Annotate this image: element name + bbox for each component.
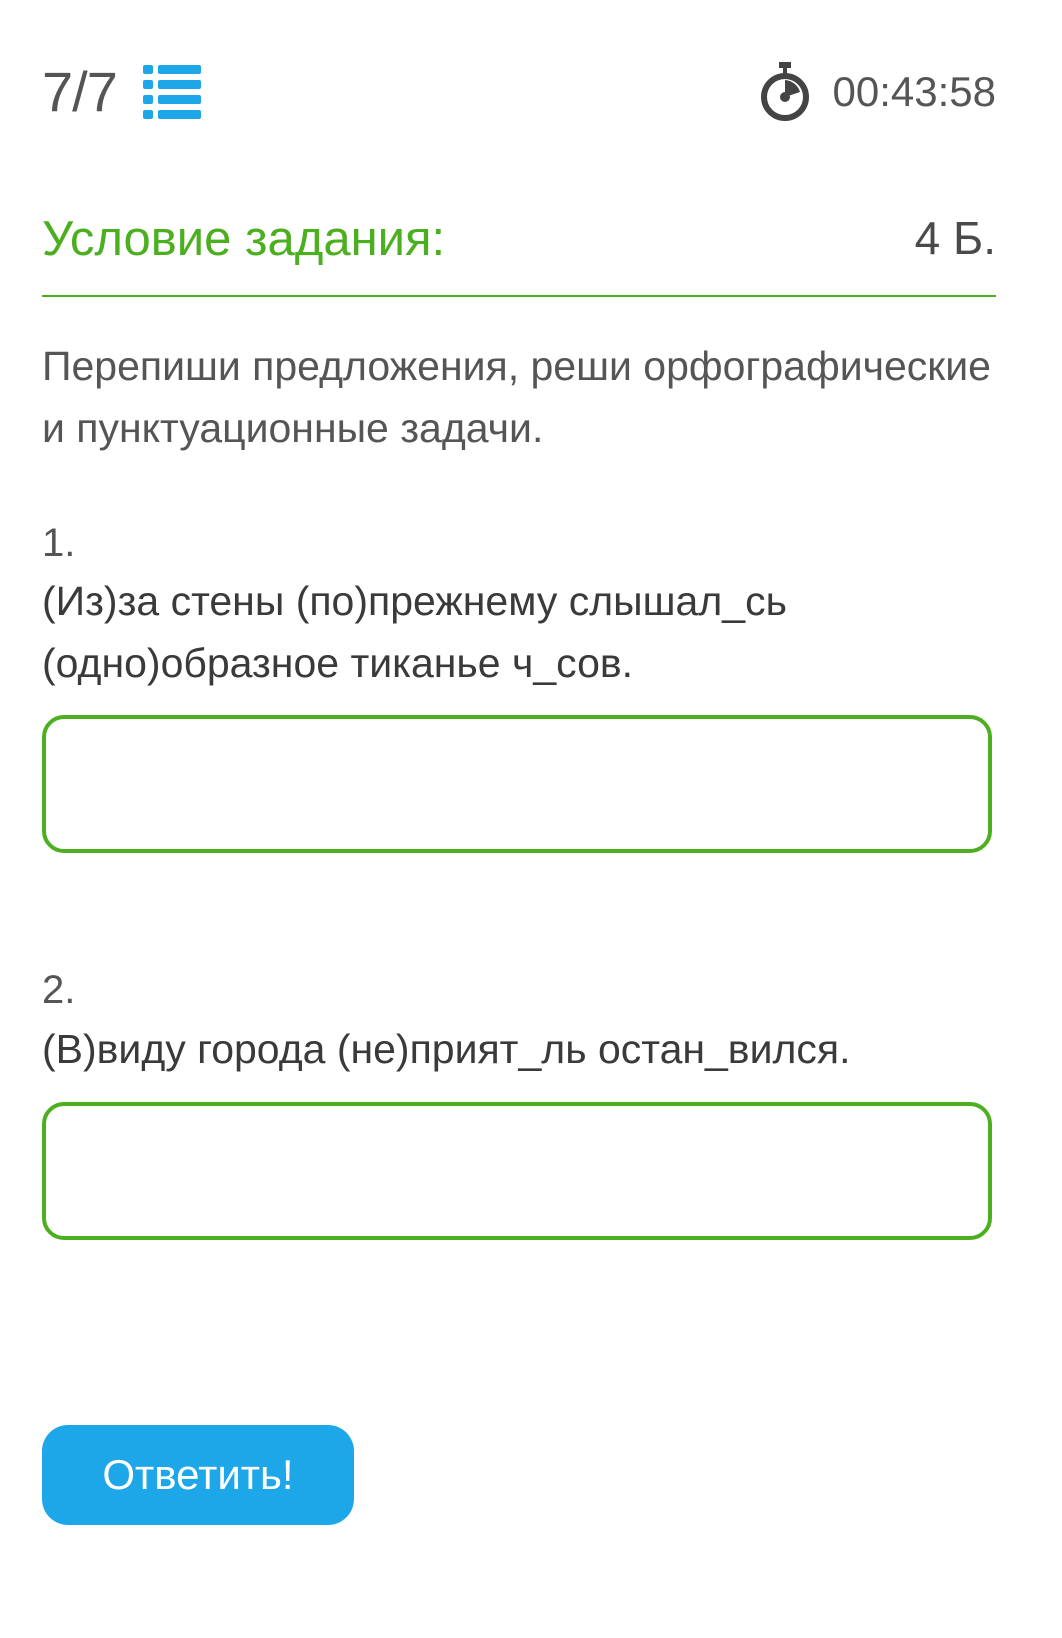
task-points: 4 Б. [914,212,996,264]
timer-text: 00:43:58 [832,68,997,115]
question-2-text: (В)виду города (не)прият_ль остан_вился. [42,1026,851,1072]
timer: 00:43:58 [759,62,997,122]
question-1-text: (Из)за стены (по)прежнему слышал_сь (одн… [42,578,787,686]
question-counter: 7/7 [42,63,201,121]
stopwatch-icon [759,62,811,122]
submit-button[interactable]: Ответить! [42,1425,354,1525]
top-bar: 7/7 00:43:58 [42,52,996,132]
answer-1-input[interactable] [42,715,992,853]
task-instruction: Перепиши предложения, реши орфографическ… [42,343,991,451]
task-title: Условие задания: [42,212,446,266]
question-1-number: 1. [42,521,76,565]
list-icon[interactable] [142,63,201,121]
answer-2-input[interactable] [42,1102,992,1240]
question-2-number: 2. [42,968,76,1012]
task-header: Условие задания: 4 Б. [42,205,996,297]
counter-text: 7/7 [42,60,118,123]
